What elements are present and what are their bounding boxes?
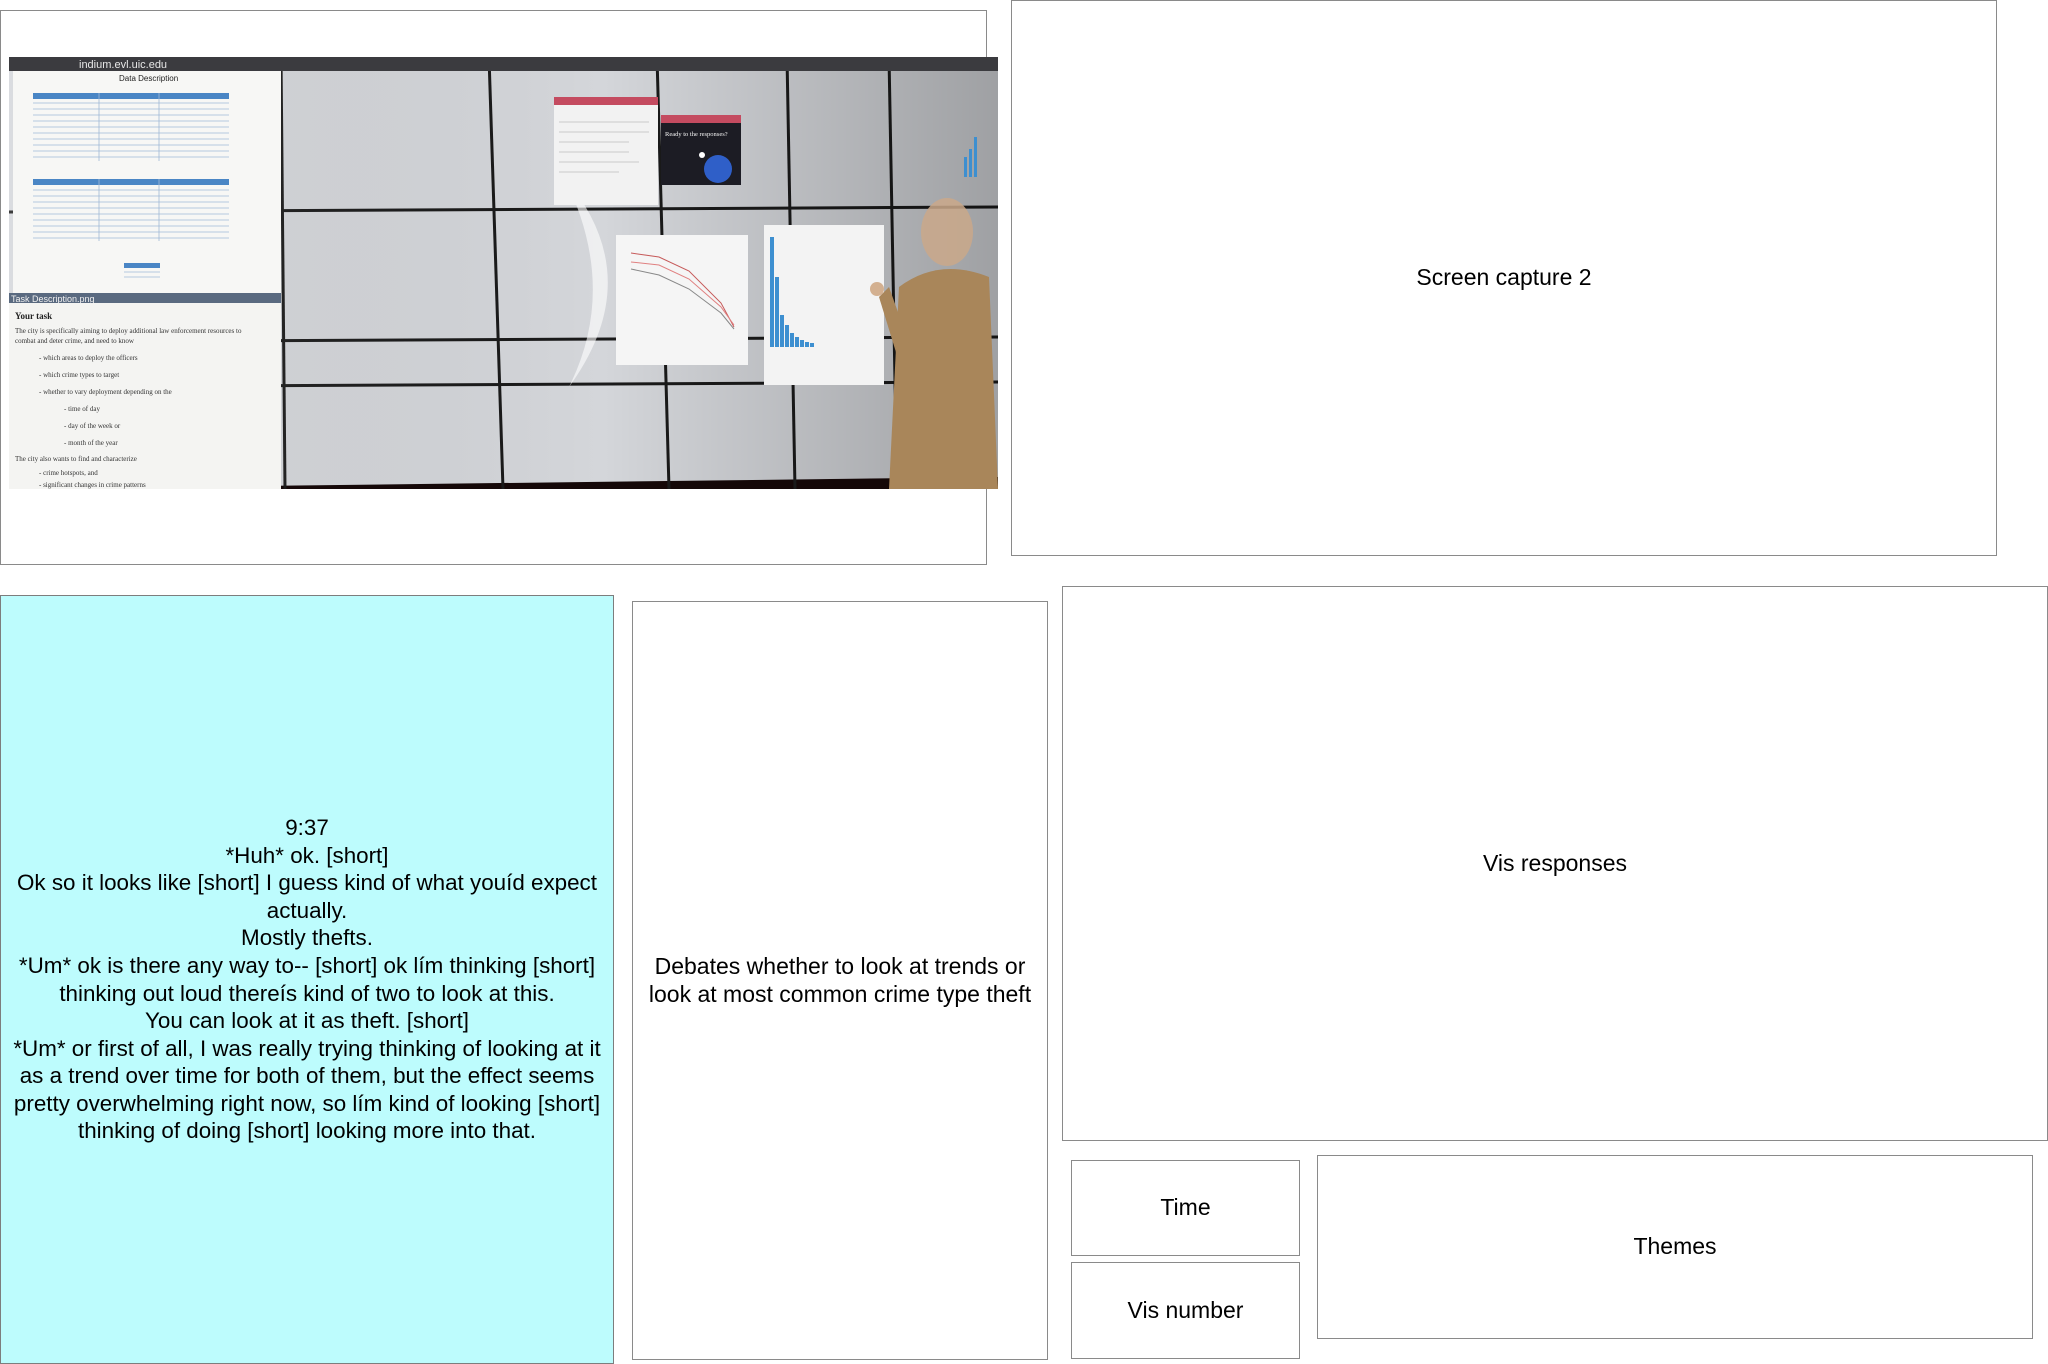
svg-text:combat and deter crime, and ne: combat and deter crime, and need to know [15, 337, 135, 345]
task-description-filename: Task Description.png [11, 294, 95, 304]
window-title: indium.evl.uic.edu [79, 59, 167, 71]
svg-text:- time of day: - time of day [64, 405, 100, 413]
transcript-line: Mostly thefts. [241, 925, 373, 951]
svg-text:- month of the year: - month of the year [64, 439, 118, 447]
transcript-line: Ok so it looks like [short] I guess kind… [17, 870, 597, 923]
svg-text:- crime hotspots, and: - crime hotspots, and [39, 469, 98, 477]
transcript-panel: 9:37 *Huh* ok. [short] Ok so it looks li… [0, 595, 614, 1364]
popup-question: Ready to the responses? [665, 131, 728, 138]
time-box: Time [1071, 1160, 1300, 1256]
screen-capture-2-label: Screen capture 2 [1416, 264, 1592, 291]
screen-capture-2-panel: Screen capture 2 [1011, 0, 1997, 556]
transcript-timestamp: 9:37 [285, 814, 329, 840]
svg-text:- significant changes in crime: - significant changes in crime patterns [39, 481, 146, 489]
vis-responses-label: Vis responses [1482, 849, 1628, 876]
line-chart-panel [616, 235, 748, 365]
themes-label: Themes [1633, 1233, 1717, 1260]
data-description-doc [13, 71, 281, 303]
svg-text:- which crime types to target: - which crime types to target [39, 371, 119, 379]
transcript-line: *Huh* ok. [short] [225, 842, 389, 868]
svg-text:- day of the week or: - day of the week or [64, 422, 121, 430]
svg-text:The city is specifically aimin: The city is specifically aiming to deplo… [15, 327, 242, 335]
svg-text:- whether to vary deployment d: - whether to vary deployment depending o… [39, 388, 172, 396]
summary-text: Debates whether to look at trends or loo… [648, 952, 1032, 1007]
vis-responses-panel: Vis responses [1062, 586, 2048, 1141]
transcript-line: *Um* ok is there any way to-- [short] ok… [18, 952, 596, 1006]
time-label: Time [1160, 1194, 1211, 1221]
vis-number-box: Vis number [1071, 1262, 1300, 1359]
data-description-title: Data Description [119, 74, 178, 83]
your-task-heading: Your task [15, 311, 52, 321]
bar-chart-panel [764, 225, 884, 385]
transcript-text: 9:37 *Huh* ok. [short] Ok so it looks li… [9, 814, 605, 1145]
display-wall-photo: indium.evl.uic.edu Data Description Task… [9, 57, 998, 489]
svg-text:The city also wants to find an: The city also wants to find and characte… [15, 455, 137, 463]
vis-number-label: Vis number [1127, 1296, 1244, 1323]
summary-panel: Debates whether to look at trends or loo… [632, 601, 1048, 1360]
transcript-line: You can look at it as theft. [short] [144, 1008, 470, 1034]
popup-circle [704, 155, 732, 183]
svg-text:- which areas to deploy the of: - which areas to deploy the officers [39, 354, 138, 362]
question-panel [554, 103, 658, 205]
transcript-line: *Um* or first of all, I was really tryin… [13, 1035, 601, 1144]
data-table-1 [33, 93, 229, 161]
themes-box: Themes [1317, 1155, 2033, 1339]
